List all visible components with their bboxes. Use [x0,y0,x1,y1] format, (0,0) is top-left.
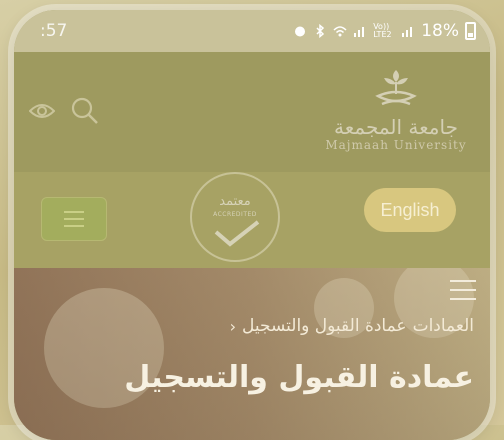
badge-arabic-text: معتمد [219,194,251,209]
site-header: جامعة المجمعة Majmaah University [14,52,490,172]
hamburger-menu-icon[interactable] [450,280,476,300]
menu-line [450,289,476,291]
battery-percent: 18% [421,21,459,41]
page-title: عمادة القبول والتسجيل [124,360,474,395]
menu-line [64,225,84,227]
breadcrumb-parent-link[interactable]: العمادات [413,316,474,336]
hero-banner: العمادات عمادة القبول والتسجيل ‹ عمادة ا… [14,268,490,440]
search-icon[interactable] [70,96,100,126]
top-toolbar: معتمد ACCREDITED English [14,172,490,268]
menu-line [64,218,84,220]
eye-icon[interactable] [29,102,55,120]
breadcrumb: العمادات عمادة القبول والتسجيل ‹ [230,316,474,336]
wifi-icon [333,26,347,37]
alarm-icon [295,26,306,37]
accreditation-badge: معتمد ACCREDITED [190,172,280,262]
menu-line [450,280,476,282]
university-logo[interactable]: جامعة المجمعة Majmaah University [316,66,476,152]
badge-english-text: ACCREDITED [213,211,257,218]
menu-line [450,298,476,300]
status-icons: Vo)) LTE2 18% [293,21,476,41]
status-bar: :57 Vo)) LTE2 18% [14,10,490,52]
breadcrumb-current: عمادة القبول والتسجيل [241,316,407,336]
chevron-left-icon: ‹ [229,316,236,336]
network-type-label: Vo)) LTE2 [373,22,392,39]
hero-overlay [14,268,490,440]
phone-screen: :57 Vo)) LTE2 18% جامعة المجمعة Majmaah … [14,10,490,440]
signal-icon [354,27,365,37]
palm-emblem-icon [375,70,417,106]
checkmark-icon [214,220,260,247]
battery-icon [465,22,476,40]
status-time: :57 [40,21,68,41]
logo-english-name: Majmaah University [325,138,467,152]
signal-icon-2 [402,27,413,37]
menu-line [64,211,84,213]
bluetooth-icon [316,24,325,38]
menu-button[interactable] [41,197,107,241]
language-toggle-button[interactable]: English [364,188,456,232]
logo-arabic-name: جامعة المجمعة [334,115,458,139]
